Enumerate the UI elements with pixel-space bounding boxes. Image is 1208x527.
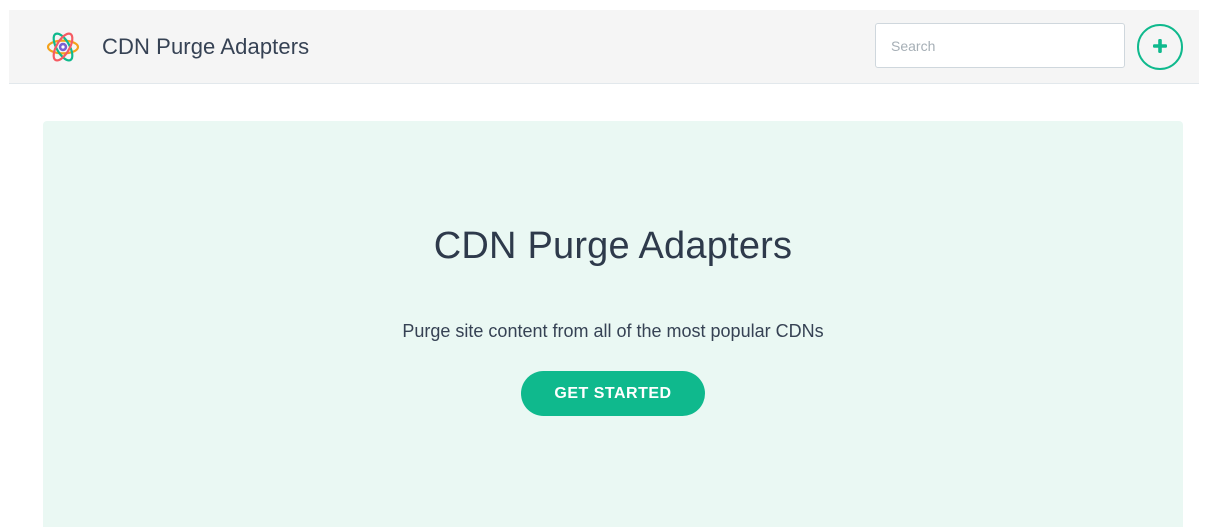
atom-logo-icon[interactable] (45, 29, 81, 65)
app-title[interactable]: CDN Purge Adapters (102, 34, 309, 60)
page: CDN Purge Adapters CDN Purge Adapters Pu… (0, 0, 1208, 527)
hero-subtitle: Purge site content from all of the most … (402, 321, 824, 341)
add-button[interactable] (1137, 24, 1183, 70)
get-started-button[interactable]: GET STARTED (521, 371, 705, 416)
hero-banner: CDN Purge Adapters Purge site content fr… (43, 121, 1183, 527)
search-input[interactable] (875, 23, 1125, 68)
top-navigation-bar: CDN Purge Adapters (9, 10, 1199, 84)
brand[interactable]: CDN Purge Adapters (45, 10, 309, 84)
plus-circle-icon (1151, 37, 1169, 58)
hero-title: CDN Purge Adapters (433, 225, 793, 267)
